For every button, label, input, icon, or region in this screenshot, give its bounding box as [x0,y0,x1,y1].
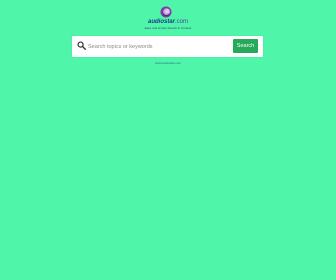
site-logo[interactable]: audiostar.com Easy and simple Search in … [145,6,191,32]
brand-name-text: audiostar [147,19,175,25]
search-icon [77,41,86,50]
brand-tld: .com [175,19,189,25]
page: audiostar.com Easy and simple Search in … [0,0,336,280]
brand-name: audiostar.com [146,19,190,26]
footer-site-link[interactable]: www.audiostar.com [138,61,198,65]
brand-tagline: Easy and simple Search in Context [144,26,192,30]
logo-globe-icon [160,6,172,18]
search-bar: Search [72,36,263,57]
search-button[interactable]: Search [233,39,258,53]
search-input[interactable] [88,41,228,52]
